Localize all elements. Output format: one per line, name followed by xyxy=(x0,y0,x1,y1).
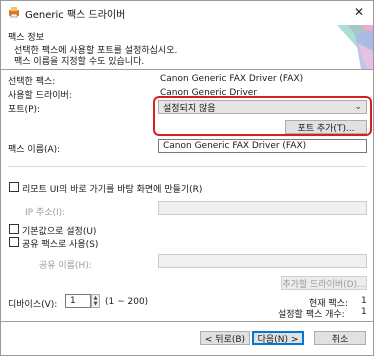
devices-range: (1 ~ 200) xyxy=(105,297,149,307)
close-icon: ✕ xyxy=(353,5,365,19)
planned-fax-value: 1 xyxy=(361,307,367,317)
title-bar: Generic 팩스 드라이버 ✕ xyxy=(1,1,373,23)
dialog-window: Generic 팩스 드라이버 ✕ 팩스 정보 선택한 팩스에 사용할 포트를 … xyxy=(0,0,374,356)
selected-fax-label: 선택한 팩스: xyxy=(8,77,56,87)
footer-separator xyxy=(1,321,373,322)
devices-input[interactable]: 1 xyxy=(65,294,91,308)
fax-name-input[interactable]: Canon Generic FAX Driver (FAX) xyxy=(158,139,367,153)
share-name-label: 공유 이름(H): xyxy=(39,261,92,271)
add-driver-button[interactable]: 추가할 드라이버(D)... xyxy=(281,276,367,290)
cancel-button[interactable]: 취소 xyxy=(314,331,366,345)
header-description-line2: 팩스 이름을 지정할 수도 있습니다. xyxy=(14,57,145,67)
selected-fax-value: Canon Generic FAX Driver (FAX) xyxy=(160,74,304,84)
share-name-input[interactable] xyxy=(158,254,367,268)
share-fax-label: 공유 팩스로 사용(S) xyxy=(22,240,99,250)
section-separator xyxy=(8,166,366,167)
ip-address-input[interactable] xyxy=(158,201,367,215)
fax-name-label: 팩스 이름(A): xyxy=(8,145,61,155)
devices-label: 디바이스(V): xyxy=(8,300,58,310)
planned-fax-label: 설정할 팩스 개수: xyxy=(278,310,345,320)
share-fax-checkbox[interactable] xyxy=(9,237,19,247)
ip-address-label: IP 주소(I): xyxy=(25,208,66,218)
window-title: Generic 팩스 드라이버 xyxy=(25,10,126,21)
devices-spinner[interactable]: ▲ ▼ xyxy=(91,294,100,308)
port-highlight-annotation xyxy=(153,96,372,136)
next-button[interactable]: 다음(N) > xyxy=(252,331,304,345)
header-separator xyxy=(1,69,373,70)
create-shortcut-label: 리모트 UI의 바로 가기를 바탕 화면에 만들기(R) xyxy=(22,185,203,195)
set-default-label: 기본값으로 설정(U) xyxy=(22,227,97,237)
header-decoration-graphic xyxy=(337,25,373,69)
header-title: 팩스 정보 xyxy=(8,33,44,43)
driver-label: 사용할 드라이버: xyxy=(8,91,72,101)
back-button[interactable]: < 뒤로(B) xyxy=(200,331,250,345)
triangle-down-icon[interactable]: ▼ xyxy=(92,301,99,307)
port-label: 포트(P): xyxy=(8,105,41,115)
printer-fax-icon xyxy=(9,7,19,18)
close-button[interactable]: ✕ xyxy=(345,1,373,23)
set-default-checkbox[interactable] xyxy=(9,224,19,234)
create-shortcut-checkbox[interactable] xyxy=(9,182,19,192)
current-fax-value: 1 xyxy=(361,296,367,306)
